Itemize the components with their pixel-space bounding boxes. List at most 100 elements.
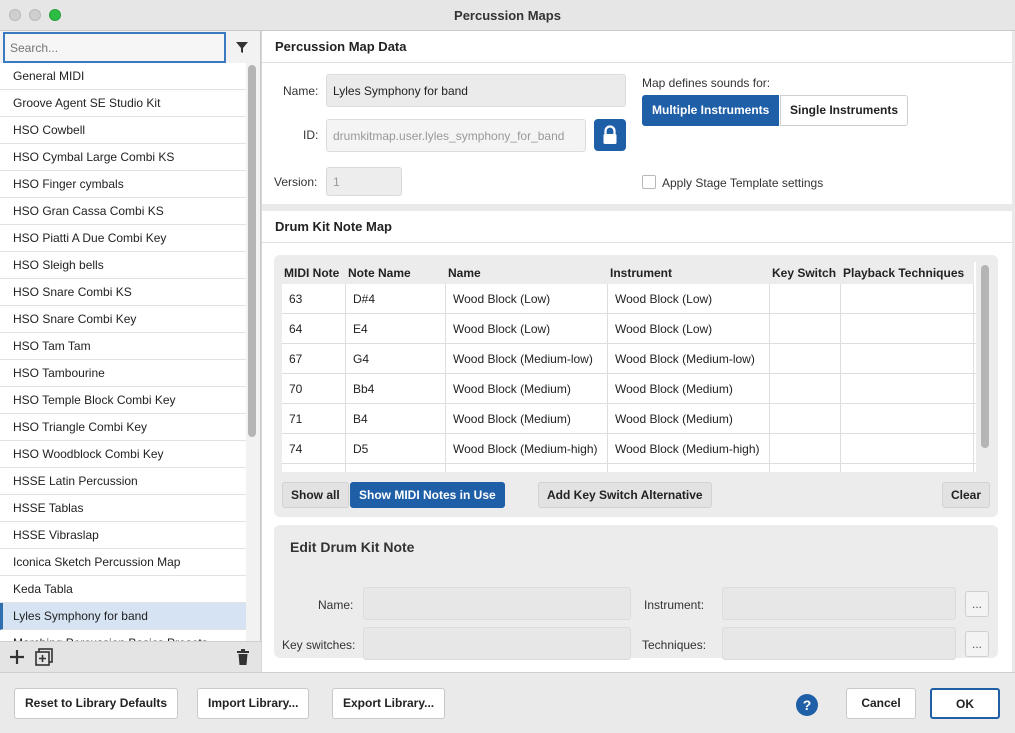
show-midi-notes-in-use-button[interactable]: Show MIDI Notes in Use <box>350 482 505 508</box>
table-cell <box>841 404 974 434</box>
column-header[interactable]: Name <box>446 262 608 284</box>
table-cell <box>841 464 974 472</box>
search-input[interactable] <box>3 32 226 63</box>
percussion-map-list-item[interactable]: HSSE Latin Percussion <box>0 468 246 495</box>
lock-icon[interactable] <box>594 119 626 151</box>
table-cell <box>446 464 608 472</box>
note-map-panel: MIDI Note Note Name Name Instrument Key Swit… <box>274 255 998 517</box>
delete-icon[interactable] <box>234 648 252 666</box>
table-cell <box>841 374 974 404</box>
note-name-field[interactable] <box>363 587 631 620</box>
table-cell: B4 <box>346 404 446 434</box>
percussion-map-list-item[interactable]: HSO Tam Tam <box>0 333 246 360</box>
table-cell: D5 <box>346 434 446 464</box>
table-row[interactable]: 74 D5 Wood Block (Medium-high) Wood Block (… <box>282 434 976 464</box>
title-bar: Percussion Maps <box>0 0 1015 31</box>
table-cell: Wood Block (Medium-high) <box>446 434 608 464</box>
percussion-map-list-item[interactable]: HSO Snare Combi Key <box>0 306 246 333</box>
percussion-map-list-item[interactable]: HSO Woodblock Combi Key <box>0 441 246 468</box>
apply-stage-template-label: Apply Stage Template settings <box>662 176 824 190</box>
table-row[interactable]: 71 B4 Wood Block (Medium) Wood Block (Mediu… <box>282 404 976 434</box>
table-row[interactable]: 70 Bb4 Wood Block (Medium) Wood Block (Medi… <box>282 374 976 404</box>
single-instruments-toggle[interactable]: Single Instruments <box>780 95 909 126</box>
percussion-map-list-item[interactable]: HSSE Vibraslap <box>0 522 246 549</box>
help-icon[interactable]: ? <box>796 694 818 716</box>
defines-sounds-label: Map defines sounds for: <box>642 76 771 90</box>
table-cell: Wood Block (Low) <box>608 284 770 314</box>
list-scrollbar[interactable] <box>248 65 256 437</box>
table-cell: Wood Block (Medium) <box>446 404 608 434</box>
cancel-button[interactable]: Cancel <box>846 688 916 719</box>
table-row[interactable]: 67 G4 Wood Block (Medium-low) Wood Block (M… <box>282 344 976 374</box>
percussion-map-list-item[interactable]: HSSE Tablas <box>0 495 246 522</box>
map-name-field[interactable]: Lyles Symphony for band <box>326 74 626 107</box>
table-cell: 63 <box>282 284 346 314</box>
show-all-button[interactable]: Show all <box>282 482 349 508</box>
percussion-map-list-item[interactable]: HSO Tambourine <box>0 360 246 387</box>
percussion-map-list-item[interactable]: HSO Temple Block Combi Key <box>0 387 246 414</box>
column-header[interactable]: MIDI Note <box>282 262 346 284</box>
table-row[interactable]: 64 E4 Wood Block (Low) Wood Block (Low) <box>282 314 976 344</box>
instrument-label: Instrument: <box>644 598 705 612</box>
percussion-map-list-item[interactable]: Keda Tabla <box>0 576 246 603</box>
instrument-picker-button[interactable]: ... <box>965 591 989 617</box>
key-switches-field[interactable] <box>363 627 631 660</box>
duplicate-icon[interactable] <box>35 648 53 666</box>
table-cell <box>282 464 346 472</box>
reset-library-defaults-button[interactable]: Reset to Library Defaults <box>14 688 179 719</box>
multiple-instruments-toggle[interactable]: Multiple Instruments <box>642 95 780 126</box>
percussion-map-sidebar: General MIDIGroove Agent SE Studio KitHS… <box>0 31 261 672</box>
dialog-footer: Reset to Library Defaults Import Library… <box>0 672 1015 733</box>
table-cell: 67 <box>282 344 346 374</box>
percussion-map-list-item[interactable]: HSO Snare Combi KS <box>0 279 246 306</box>
add-key-switch-alternative-button[interactable]: Add Key Switch Alternative <box>538 482 712 508</box>
table-cell <box>770 374 841 404</box>
percussion-map-list-item[interactable]: HSO Finger cymbals <box>0 171 246 198</box>
export-library-button[interactable]: Export Library... <box>332 688 446 719</box>
table-cell <box>841 284 974 314</box>
table-cell: 71 <box>282 404 346 434</box>
clear-button[interactable]: Clear <box>942 482 991 508</box>
table-cell: Wood Block (Medium-low) <box>608 344 770 374</box>
table-cell <box>841 434 974 464</box>
techniques-picker-button[interactable]: ... <box>965 631 989 657</box>
percussion-map-list-item[interactable]: HSO Piatti A Due Combi Key <box>0 225 246 252</box>
column-header[interactable]: Key Switch <box>770 262 841 284</box>
table-scrollbar[interactable] <box>981 265 989 448</box>
ok-button[interactable]: OK <box>930 688 1000 719</box>
import-library-button[interactable]: Import Library... <box>197 688 310 719</box>
percussion-map-list-item[interactable]: HSO Triangle Combi Key <box>0 414 246 441</box>
table-cell: Wood Block (Low) <box>446 314 608 344</box>
table-cell: Wood Block (Medium-high) <box>608 434 770 464</box>
map-editor-panel: Percussion Map Data Name: Lyles Symphony… <box>262 31 1015 672</box>
percussion-map-list-item[interactable]: Iconica Sketch Percussion Map <box>0 549 246 576</box>
filter-icon[interactable] <box>232 37 252 57</box>
list-toolbar <box>0 641 261 672</box>
table-row[interactable]: 63 D#4 Wood Block (Low) Wood Block (Low) <box>282 284 976 314</box>
add-icon[interactable] <box>8 648 26 666</box>
version-label: Version: <box>274 175 318 189</box>
column-header[interactable]: Playback Techniques <box>841 262 974 284</box>
table-cell: 64 <box>282 314 346 344</box>
percussion-map-list-item[interactable]: Marching Percussion Basics Presets <box>0 630 246 641</box>
map-id-field: drumkitmap.user.lyles_symphony_for_band <box>326 119 586 152</box>
table-cell <box>346 464 446 472</box>
edit-heading: Edit Drum Kit Note <box>290 539 415 555</box>
table-cell <box>770 434 841 464</box>
table-cell: 70 <box>282 374 346 404</box>
percussion-map-list-item[interactable]: Lyles Symphony for band <box>0 603 246 630</box>
column-header[interactable]: Note Name <box>346 262 446 284</box>
table-cell: 74 <box>282 434 346 464</box>
percussion-map-list-item[interactable]: HSO Sleigh bells <box>0 252 246 279</box>
percussion-map-list-item[interactable]: HSO Cowbell <box>0 117 246 144</box>
percussion-map-list-item[interactable]: HSO Cymbal Large Combi KS <box>0 144 246 171</box>
table-row[interactable] <box>282 464 976 472</box>
column-header[interactable]: Instrument <box>608 262 770 284</box>
table-cell: E4 <box>346 314 446 344</box>
instrument-field[interactable] <box>722 587 956 620</box>
apply-stage-template-checkbox[interactable] <box>642 175 656 189</box>
techniques-field[interactable] <box>722 627 956 660</box>
percussion-map-list-item[interactable]: HSO Gran Cassa Combi KS <box>0 198 246 225</box>
percussion-map-list-item[interactable]: Groove Agent SE Studio Kit <box>0 90 246 117</box>
percussion-map-list-item[interactable]: General MIDI <box>0 63 246 90</box>
